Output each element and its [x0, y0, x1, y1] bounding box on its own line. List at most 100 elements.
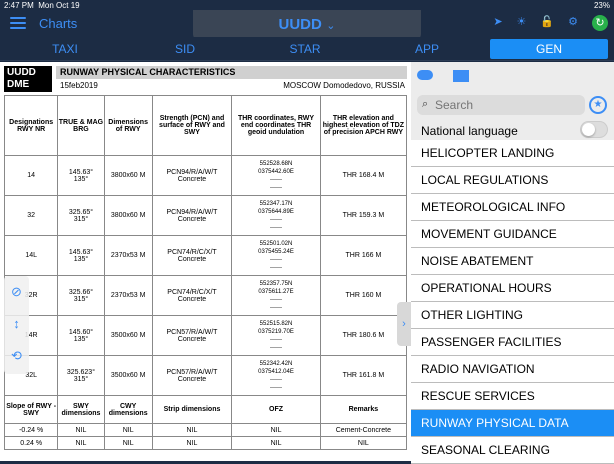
tab-sid[interactable]: SID — [150, 39, 220, 59]
sub-col-header: OFZ — [231, 395, 321, 424]
settings-icon[interactable]: ⚙ — [568, 15, 578, 31]
table-cell: NIL — [57, 423, 105, 437]
top-icons: ➤ ☀ 🔓 ⚙ ↻ — [493, 15, 608, 31]
panel-toolbar — [411, 62, 614, 92]
status-bar: 2:47 PM Mon Oct 19 23% — [0, 0, 614, 10]
national-language-toggle[interactable] — [580, 121, 608, 138]
table-cell: PCN74/R/C/X/T Concrete — [151, 235, 233, 276]
table-cell: 145.63° 135° — [57, 235, 105, 276]
list-item[interactable]: LOCAL REGULATIONS — [411, 167, 614, 194]
refresh-icon[interactable]: ↻ — [592, 15, 608, 31]
status-time-date: 2:47 PM Mon Oct 19 — [4, 1, 80, 10]
table-cell: NIL — [103, 423, 153, 437]
list-item[interactable]: RESCUE SERVICES — [411, 383, 614, 410]
gen-side-panel: ⌕ ★ National language HELICOPTER LANDING… — [411, 62, 614, 464]
doc-title: RUNWAY PHYSICAL CHARACTERISTICS — [56, 66, 407, 79]
lock-icon[interactable]: 🔓 — [540, 15, 554, 31]
table-row: 14 145.63° 135° 3800x60 M PCN94/R/A/W/T Con… — [3, 155, 408, 196]
list-item[interactable]: RADIO NAVIGATION — [411, 356, 614, 383]
doc-place: MOSCOW Domodedovo, RUSSIA — [283, 81, 405, 90]
list-item[interactable]: OPERATIONAL HOURS — [411, 275, 614, 302]
sub-col-header: Slope of RWY - SWY — [3, 395, 59, 424]
table-cell: PCN74/R/C/X/T Concrete — [151, 275, 233, 316]
sub-col-header: Remarks — [319, 395, 408, 424]
list-item[interactable]: OTHER LIGHTING — [411, 302, 614, 329]
hamburger-menu-icon[interactable] — [10, 17, 26, 29]
list-item[interactable]: RUNWAY PHYSICAL DATA — [411, 410, 614, 437]
location-arrow-icon[interactable]: ➤ — [493, 15, 502, 31]
search-icon: ⌕ — [422, 98, 429, 110]
list-item[interactable]: HELICOPTER LANDING — [411, 140, 614, 167]
brightness-icon[interactable]: ☀ — [517, 15, 527, 31]
list-item[interactable]: SEASONAL CLEARING — [411, 437, 614, 464]
table-row: 14R 145.60° 135° 3500x60 M PCN57/R/A/W/T Co… — [3, 315, 408, 356]
table-cell: NIL — [57, 436, 105, 450]
table-cell: 2370x53 M — [103, 275, 153, 316]
table-cell: Cement-Concrete — [319, 423, 408, 437]
rotate-icon[interactable]: ⟲ — [4, 340, 29, 372]
table-cell: 32 — [3, 195, 59, 236]
table-cell: PCN57/R/A/W/T Concrete — [151, 315, 233, 356]
col-header: Dimensions of RWY — [103, 95, 153, 156]
table-cell: THR 161.8 M — [319, 355, 408, 396]
table-cell: THR 160 M — [319, 275, 408, 316]
table-cell: PCN57/R/A/W/T Concrete — [151, 355, 233, 396]
panel-collapse-handle[interactable]: › — [397, 302, 411, 346]
table-cell: -0.24 % — [3, 423, 59, 437]
table-cell: 14L — [3, 235, 59, 276]
sub-col-header: SWY dimensions — [57, 395, 105, 424]
table-cell: NIL — [151, 423, 233, 437]
airport-code: UUDD — [278, 16, 322, 33]
national-language-label: National language — [421, 124, 518, 138]
table-row: 32 325.65° 315° 3800x60 M PCN94/R/A/W/T Con… — [3, 195, 408, 236]
table-cell: THR 159.3 M — [319, 195, 408, 236]
tab-gen[interactable]: GEN — [490, 39, 608, 59]
list-item[interactable]: MOVEMENT GUIDANCE — [411, 221, 614, 248]
search-input[interactable] — [435, 97, 575, 113]
vertical-scroll-icon[interactable]: ↕ — [4, 308, 29, 340]
runway-table: Designations RWY NR TRUE & MAG BRG Dimen… — [3, 95, 408, 450]
disable-rotate-icon[interactable]: ⊘ — [4, 276, 29, 308]
table-cell: PCN94/R/A/W/T Concrete — [151, 155, 233, 196]
col-header: THR coordinates, RWY end coordinates THR… — [231, 95, 321, 156]
airport-logo-box: UUDD DME — [4, 66, 52, 92]
list-item[interactable]: NOISE ABATEMENT — [411, 248, 614, 275]
list-item[interactable]: PASSENGER FACILITIES — [411, 329, 614, 356]
battery-indicator: 23% — [593, 1, 610, 10]
gen-sections-list: HELICOPTER LANDING LOCAL REGULATIONS METEO… — [411, 140, 614, 464]
table-cell: 145.63° 135° — [57, 155, 105, 196]
table-cell: NIL — [103, 436, 153, 450]
table-cell: 3800x60 M — [103, 195, 153, 236]
table-cell: NIL — [151, 436, 233, 450]
mail-icon[interactable] — [453, 70, 469, 82]
chart-document[interactable]: UUDD DME RUNWAY PHYSICAL CHARACTERISTICS… — [0, 62, 411, 461]
charts-button[interactable]: Charts — [39, 16, 77, 31]
table-cell: NIL — [319, 436, 408, 450]
table-cell: 552347.17N 0375644.89E ------ ------ — [231, 195, 321, 236]
table-cell: 0.24 % — [3, 436, 59, 450]
table-cell: 3500x60 M — [103, 355, 153, 396]
doc-header: UUDD DME RUNWAY PHYSICAL CHARACTERISTICS… — [4, 66, 407, 92]
table-cell: 552357.75N 0375611.27E ------ ------ — [231, 275, 321, 316]
table-cell: 145.60° 135° — [57, 315, 105, 356]
list-item[interactable]: METEOROLOGICAL INFO — [411, 194, 614, 221]
tab-star[interactable]: STAR — [270, 39, 340, 59]
favorites-star-icon[interactable]: ★ — [589, 96, 607, 114]
table-cell: 2370x53 M — [103, 235, 153, 276]
table-row: 32R 325.66° 315° 2370x53 M PCN74/R/C/X/T Co… — [3, 275, 408, 316]
search-box: ⌕ — [417, 95, 585, 115]
table-cell: 325.66° 315° — [57, 275, 105, 316]
table-cell: 3500x60 M — [103, 315, 153, 356]
table-row: 0.24 % NIL NIL NIL NIL NIL — [3, 436, 408, 450]
table-cell: THR 180.6 M — [319, 315, 408, 356]
table-cell: 325.623° 315° — [57, 355, 105, 396]
airport-selector-button[interactable]: UUDD ⌄ — [193, 10, 421, 40]
table-row: 32L 325.623° 315° 3500x60 M PCN57/R/A/W/T C… — [3, 355, 408, 396]
tab-app[interactable]: APP — [392, 39, 462, 59]
cloud-icon[interactable] — [417, 70, 433, 80]
tab-taxi[interactable]: TAXI — [30, 39, 100, 59]
col-header: TRUE & MAG BRG — [57, 95, 105, 156]
slope-rows: -0.24 % NIL NIL NIL NIL Cement-Concrete 0.24 %… — [3, 423, 408, 450]
table-cell: NIL — [231, 436, 321, 450]
col-header: Designations RWY NR — [3, 95, 59, 156]
